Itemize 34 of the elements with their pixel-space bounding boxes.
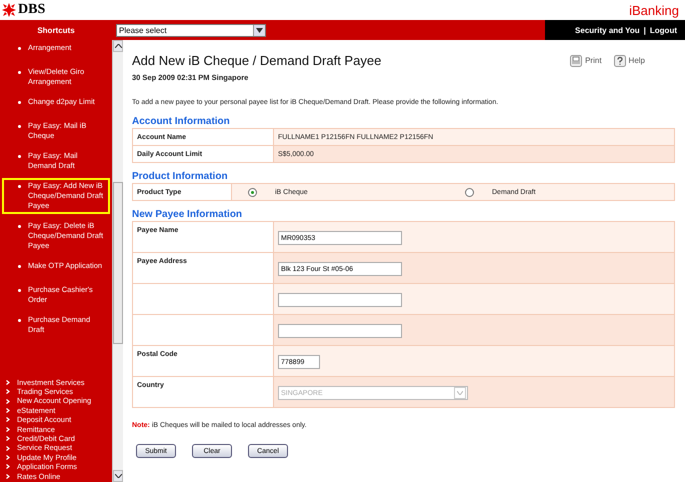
logo-icon bbox=[2, 3, 16, 17]
logo-text: DBS bbox=[18, 2, 46, 18]
caret-icon bbox=[256, 28, 263, 32]
bullet-icon bbox=[18, 71, 21, 74]
security-link[interactable]: Security and You bbox=[575, 26, 640, 34]
radio-button[interactable] bbox=[465, 188, 474, 196]
scroll-thumb[interactable] bbox=[113, 182, 123, 344]
section-heading: New Payee Information bbox=[132, 209, 244, 220]
bullet-icon bbox=[18, 101, 21, 104]
scrollbar[interactable] bbox=[112, 40, 123, 482]
section-heading: Product Information bbox=[132, 171, 229, 182]
bullet-icon bbox=[18, 125, 21, 128]
section-heading: Account Information bbox=[132, 116, 231, 127]
print-button[interactable]: Print bbox=[570, 54, 602, 66]
bullet-icon bbox=[18, 155, 21, 158]
page-title: Add New iB Cheque / Demand Draft Payee bbox=[132, 53, 382, 68]
input-field[interactable] bbox=[278, 293, 402, 307]
separator-text: | bbox=[644, 26, 646, 34]
product-name: iBanking bbox=[629, 2, 679, 18]
bullet-icon bbox=[18, 265, 21, 268]
bullet-icon bbox=[18, 319, 21, 322]
help-button[interactable]: Help bbox=[614, 54, 645, 66]
bullet-icon bbox=[18, 185, 21, 188]
scroll-up-button[interactable] bbox=[113, 40, 123, 52]
bullet-icon bbox=[18, 225, 21, 228]
shortcuts-label: Shortcuts bbox=[36, 26, 76, 34]
scroll-down-button[interactable] bbox=[113, 470, 123, 482]
logout-link[interactable]: Logout bbox=[650, 26, 677, 34]
bullet-icon bbox=[18, 289, 21, 292]
input-field[interactable] bbox=[278, 324, 402, 338]
caret-icon bbox=[457, 391, 463, 395]
radio-button[interactable] bbox=[248, 188, 257, 196]
bullet-icon bbox=[18, 47, 21, 50]
shortcut-select[interactable]: Please select bbox=[116, 24, 266, 36]
